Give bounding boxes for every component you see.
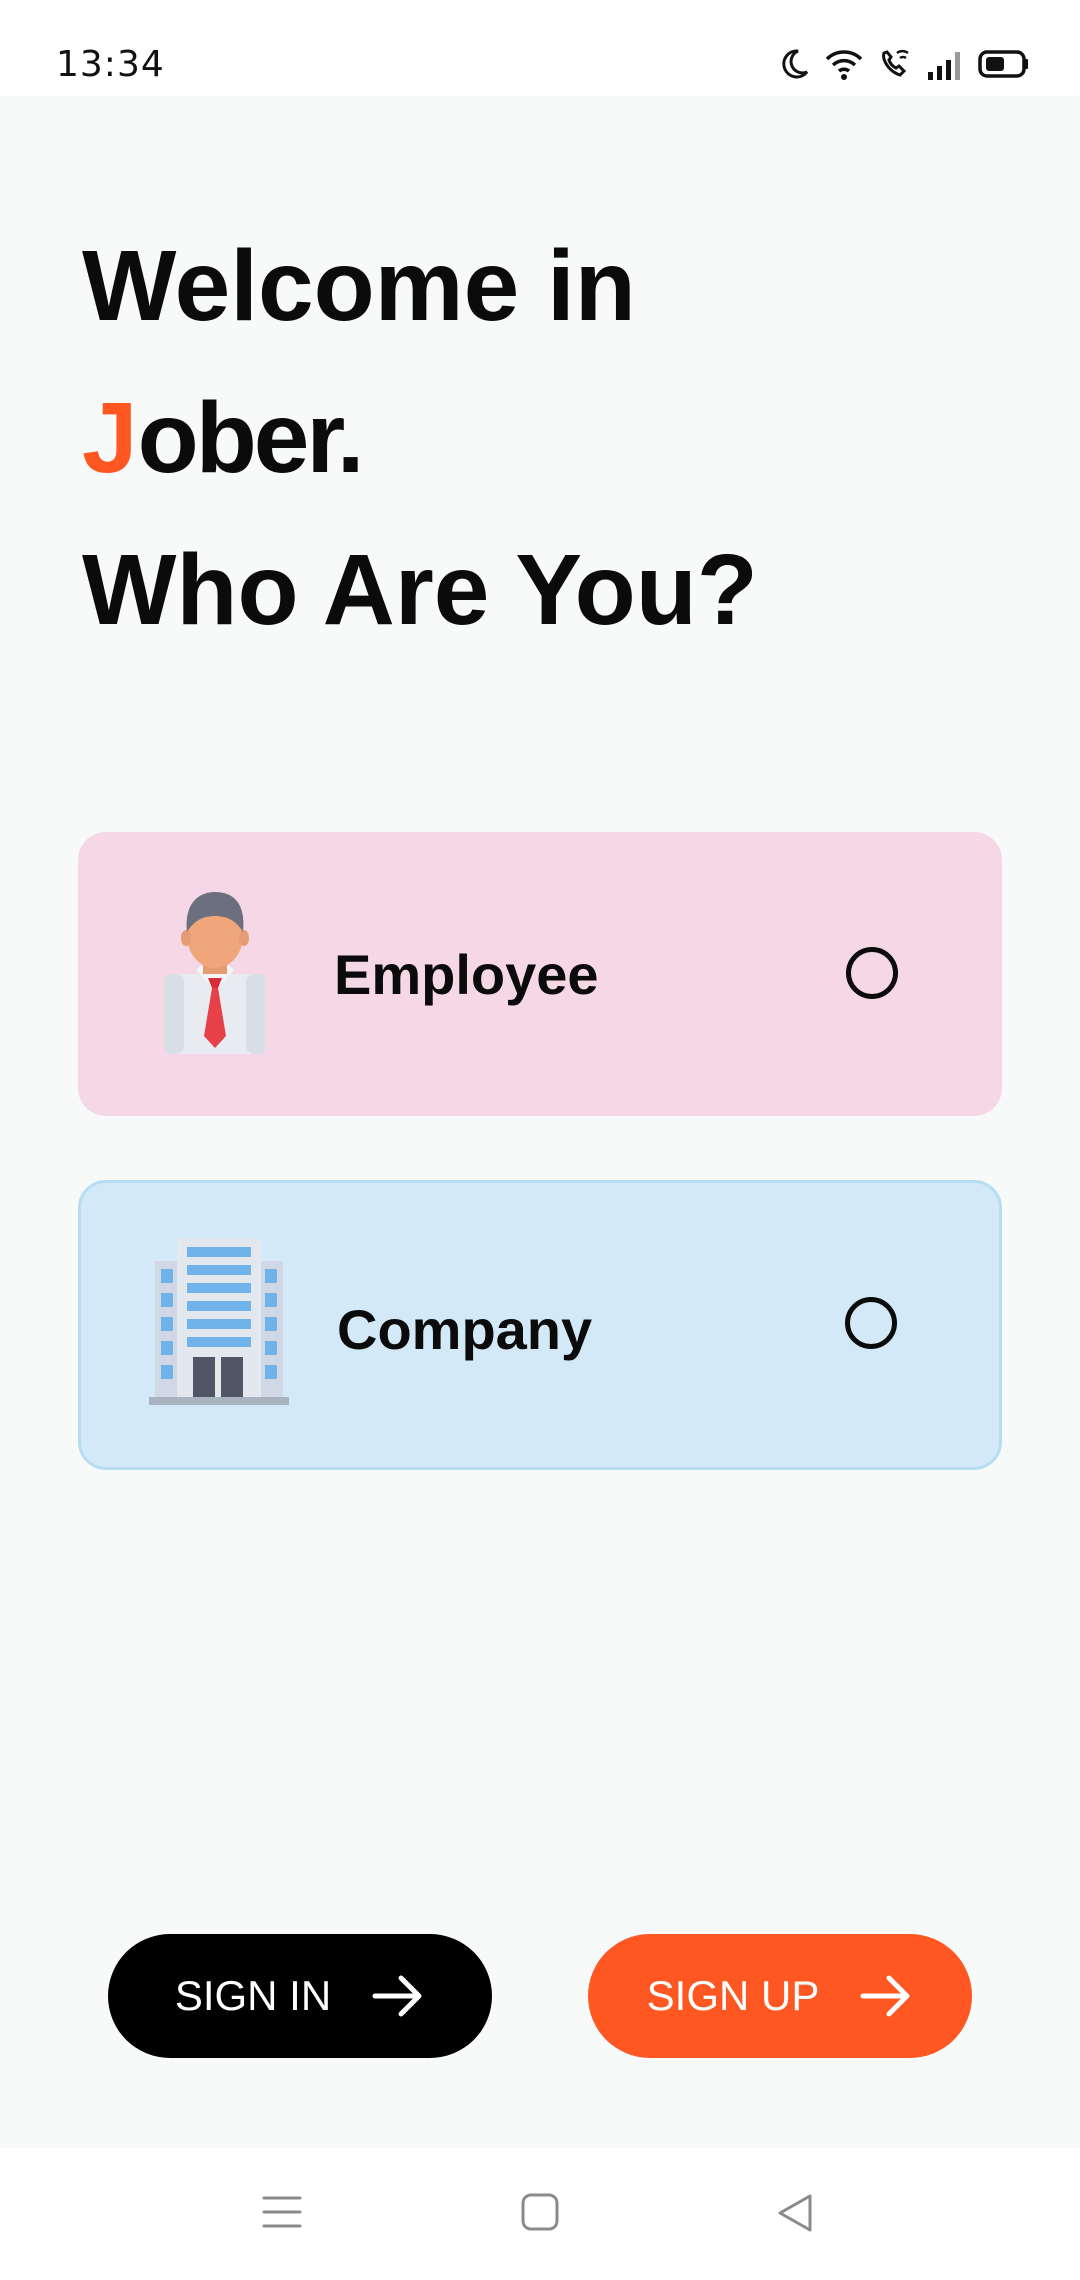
brand-name: Jober. (82, 362, 758, 514)
welcome-headline: Welcome in Jober. Who Are You? (82, 210, 758, 666)
wifi-call-icon (878, 47, 912, 81)
building-icon (149, 1239, 289, 1414)
back-triangle-icon[interactable] (774, 2192, 816, 2239)
headline-welcome: Welcome in (82, 230, 636, 342)
moon-icon (780, 48, 810, 80)
sign-up-button[interactable]: SIGN UP (588, 1934, 972, 2058)
status-bar: 13:34 (0, 0, 1080, 96)
headline-question: Who Are You? (82, 534, 758, 646)
company-radio[interactable] (845, 1297, 897, 1349)
employee-option-card[interactable]: Employee (78, 832, 1002, 1116)
battery-icon (978, 49, 1030, 79)
system-nav-bar (0, 2148, 1080, 2280)
brand-rest: ober. (137, 382, 365, 494)
wifi-icon (824, 47, 864, 81)
signal-icon (926, 48, 964, 80)
employee-icon (156, 886, 274, 1061)
menu-icon[interactable] (262, 2192, 302, 2237)
brand-initial: J (82, 382, 138, 494)
sign-in-label: SIGN IN (174, 1972, 332, 2019)
company-option-card[interactable]: Company (78, 1180, 1002, 1470)
arrow-right-icon (859, 1974, 913, 2018)
employee-label: Employee (334, 943, 599, 1006)
status-icons (780, 44, 1030, 84)
sign-up-label: SIGN UP (646, 1972, 820, 2019)
home-square-icon[interactable] (520, 2192, 560, 2237)
company-label: Company (337, 1298, 593, 1361)
status-time: 13:34 (56, 44, 165, 85)
employee-radio[interactable] (846, 947, 898, 999)
arrow-right-icon (371, 1974, 425, 2018)
sign-in-button[interactable]: SIGN IN (108, 1934, 492, 2058)
